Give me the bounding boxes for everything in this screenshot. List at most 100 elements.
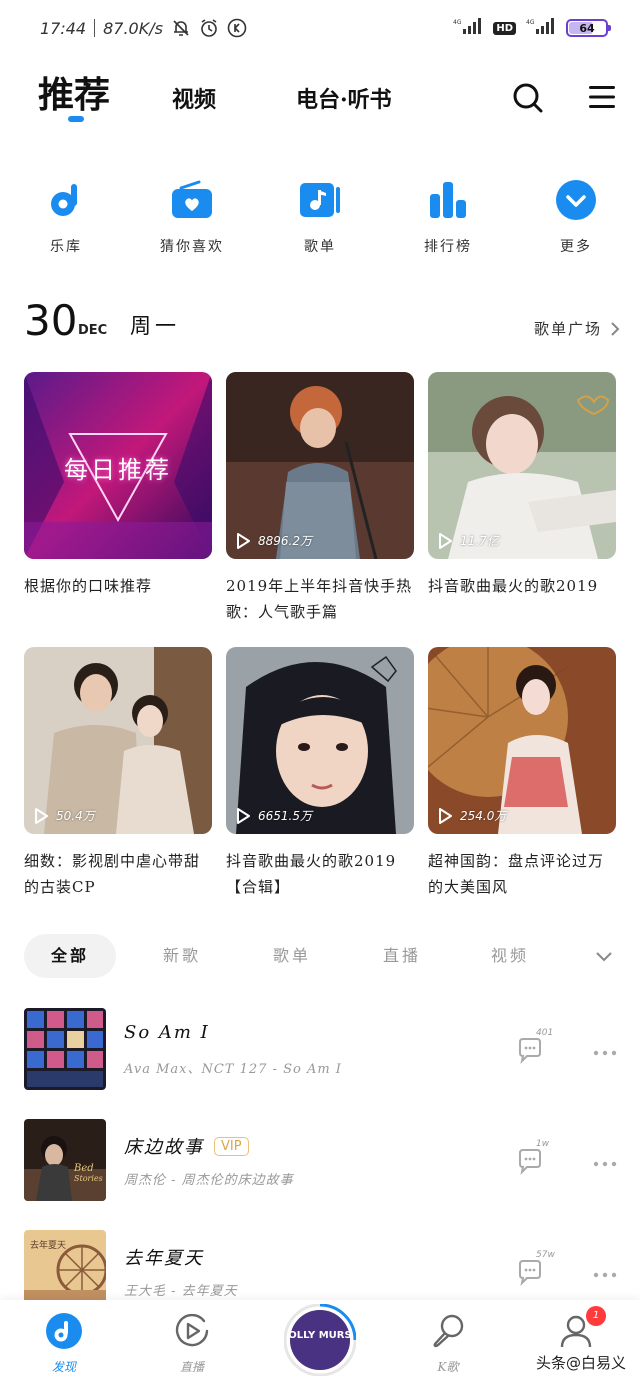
play-icon (439, 807, 452, 824)
more-options-icon[interactable] (592, 1153, 618, 1167)
song-list-item[interactable]: So Am I Ava Max、NCT 127 - So Am I 401 (24, 1008, 624, 1090)
playlist-title: 细数：影视剧中虐心带甜的古装CP (24, 852, 201, 896)
tab-recommend[interactable]: 推荐 (38, 66, 110, 118)
bottom-nav-label: 直播 (179, 1360, 204, 1374)
microphone-icon (429, 1312, 467, 1350)
date-month: DEC (78, 323, 108, 338)
song-title-text: 床边故事 (124, 1137, 204, 1158)
chart-bars-icon (426, 178, 470, 222)
bottom-nav-live[interactable]: 直播 (152, 1312, 232, 1375)
tab-radio-audiobook[interactable]: 电台·听书 (296, 82, 392, 114)
comment-icon[interactable] (516, 1036, 546, 1065)
playlist-title: 抖音歌曲最火的歌2019【合辑】 (226, 852, 397, 896)
daily-recommend-cover-text: 每日推荐 (64, 456, 172, 484)
song-cover (24, 1008, 106, 1090)
comment-icon[interactable] (516, 1258, 546, 1287)
svg-text:去年夏天: 去年夏天 (30, 1239, 66, 1251)
k-app-icon (227, 18, 247, 38)
svg-text:4G: 4G (526, 19, 535, 26)
more-options-icon[interactable] (592, 1042, 618, 1056)
playlist-cover: 6651.5万 (226, 647, 414, 834)
filter-tab-all[interactable]: 全部 (24, 934, 116, 978)
play-icon (237, 807, 250, 824)
quick-entry-label: 乐库 (50, 239, 82, 255)
song-list-item[interactable]: Bed Stories 床边故事 VIP 周杰伦 - 周杰伦的床边故事 1w (24, 1119, 624, 1201)
song-subtitle: 周杰伦 - 周杰伦的床边故事 (124, 1173, 294, 1188)
tab-video[interactable]: 视频 (172, 82, 216, 114)
bottom-nav-profile[interactable]: 1 (536, 1306, 616, 1350)
play-count-value: 11.7亿 (460, 534, 499, 548)
playlist-card[interactable]: 8896.2万 2019年上半年抖音快手热歌：人气歌手篇 (226, 372, 414, 625)
bottom-nav-discover[interactable]: 发现 (24, 1312, 104, 1375)
play-count: 11.7亿 (438, 532, 499, 549)
song-title: So Am I (124, 1022, 210, 1043)
bottom-nav: 发现 直播 OLLY MURS K歌 1 头条@白易义 (0, 1300, 640, 1387)
bottom-nav-karaoke[interactable]: K歌 (408, 1312, 488, 1375)
status-time: 17:44 (40, 18, 87, 38)
playlist-title: 超神国韵：盘点评论过万的大美国风 (428, 852, 605, 896)
playlist-card[interactable]: 11.7亿 抖音歌曲最火的歌2019 (428, 372, 616, 625)
play-count: 8896.2万 (236, 532, 312, 549)
status-bar: 17:44 87.0K/s 4G HD 4G 64 (0, 0, 640, 56)
signal-icon: 4G (453, 17, 483, 39)
now-playing-cover-text: OLLY MURS (288, 1330, 352, 1341)
quick-entry-guess-you-like[interactable]: 猜你喜欢 (142, 178, 242, 256)
playlist-card[interactable]: 50.4万 细数：影视剧中虐心带甜的古装CP (24, 647, 212, 900)
playlist-plaza-link[interactable]: 歌单广场 (534, 318, 620, 339)
play-count: 254.0万 (438, 807, 506, 824)
date-day: 30 (24, 296, 78, 345)
watermark: 头条@白易义 (535, 1354, 626, 1372)
play-icon (237, 532, 250, 549)
now-playing-disc[interactable]: OLLY MURS (283, 1303, 357, 1377)
filter-tab-video[interactable]: 视频 (480, 934, 540, 978)
signal-icon-2: 4G (526, 17, 556, 39)
playlist-title: 抖音歌曲最火的歌2019 (428, 577, 599, 595)
quick-entry-playlists[interactable]: 歌单 (270, 178, 370, 256)
date-header: 30 DEC 周一 歌单广场 (24, 296, 620, 346)
quick-entry-label: 更多 (560, 239, 592, 255)
network-speed: 87.0K/s (103, 18, 163, 38)
chevron-down-icon[interactable] (594, 946, 614, 966)
content-filter-tabs: 全部 新歌 歌单 直播 视频 (24, 934, 620, 980)
quick-entry-label: 排行榜 (424, 239, 472, 255)
playlist-title: 根据你的口味推荐 (24, 577, 153, 595)
alarm-icon (199, 18, 219, 38)
song-title-text: 去年夏天 (124, 1248, 204, 1269)
playlist-card[interactable]: 254.0万 超神国韵：盘点评论过万的大美国风 (428, 647, 616, 900)
song-title: 床边故事 VIP (124, 1133, 249, 1159)
comment-count: 1w (536, 1139, 550, 1149)
search-icon[interactable] (512, 82, 544, 114)
hd-badge: HD (493, 21, 516, 35)
playlist-cover: 每日推荐 (24, 372, 212, 559)
song-title: 去年夏天 (124, 1244, 204, 1270)
playlist-cover: 11.7亿 (428, 372, 616, 559)
filter-tab-new-songs[interactable]: 新歌 (152, 934, 212, 978)
playlist-card[interactable]: 每日推荐 根据你的口味推荐 (24, 372, 212, 625)
more-options-icon[interactable] (592, 1264, 618, 1278)
top-nav: 推荐 视频 电台·听书 (0, 60, 640, 140)
play-count-value: 254.0万 (460, 809, 507, 823)
battery-icon: 64 (566, 19, 611, 37)
menu-icon[interactable] (588, 84, 616, 110)
quick-entry-charts[interactable]: 排行榜 (398, 178, 498, 256)
quick-entry-music-library[interactable]: 乐库 (16, 178, 116, 256)
playlist-cover: 50.4万 (24, 647, 212, 834)
play-icon (439, 532, 452, 549)
chevron-down-circle-icon (554, 178, 598, 222)
playlist-card[interactable]: 6651.5万 抖音歌曲最火的歌2019【合辑】 (226, 647, 414, 900)
filter-tab-playlists[interactable]: 歌单 (262, 934, 322, 978)
status-divider (94, 19, 96, 37)
notification-badge: 1 (586, 1306, 606, 1326)
playlist-plaza-label: 歌单广场 (533, 320, 602, 338)
play-count-value: 50.4万 (56, 809, 95, 823)
music-note-icon (44, 178, 88, 222)
quick-entry-more[interactable]: 更多 (526, 178, 626, 256)
playlist-cover: 254.0万 (428, 647, 616, 834)
filter-tab-live[interactable]: 直播 (372, 934, 432, 978)
bottom-nav-label: 发现 (51, 1360, 76, 1374)
comment-icon[interactable] (516, 1147, 546, 1176)
bell-muted-icon (171, 18, 191, 38)
playlist-cover: 8896.2万 (226, 372, 414, 559)
comment-count: 57w (536, 1250, 555, 1260)
date-weekday: 周一 (130, 314, 180, 338)
